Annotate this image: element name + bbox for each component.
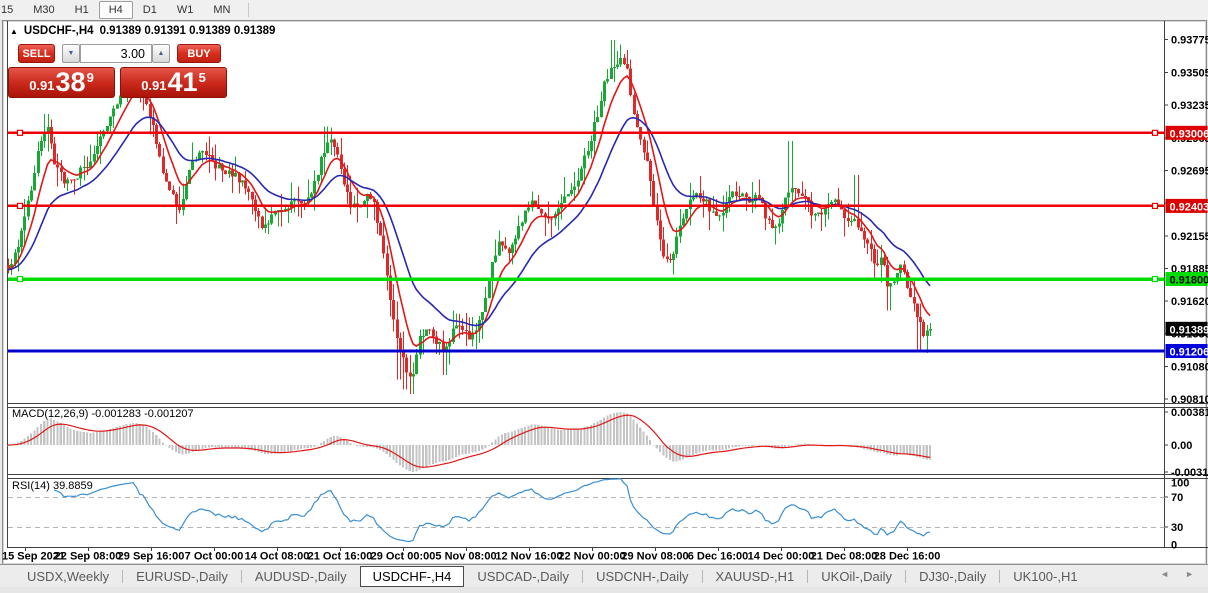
sell-price-big: 38 <box>55 67 86 97</box>
timeframe-w1-button[interactable]: W1 <box>167 1 204 19</box>
timeframe-h4-button[interactable]: H4 <box>98 1 133 19</box>
timeframe-m15-button[interactable]: 15 <box>0 1 23 19</box>
chart-window[interactable] <box>2 20 1207 565</box>
tab-scroll-right-icon[interactable]: ► <box>1185 569 1194 579</box>
tab-usdchf-h4[interactable]: USDCHF-,H4 <box>359 566 465 587</box>
spin-up-icon: ▲ <box>157 50 165 57</box>
macd-indicator-label: MACD(12,26,9) -0.001283 -0.001207 <box>12 408 194 420</box>
timeframe-h1-button[interactable]: H1 <box>65 1 99 19</box>
tab-uk100-h1[interactable]: UK100-,H1 <box>1000 567 1090 586</box>
buy-price-pip: 5 <box>198 70 206 85</box>
chart-title: ▲ USDCHF-,H4 0.91389 0.91391 0.91389 0.9… <box>10 25 275 37</box>
buy-button[interactable]: BUY <box>177 44 221 63</box>
tab-usdcad-daily[interactable]: USDCAD-,Daily <box>464 567 582 586</box>
chart-symbol-label: USDCHF-,H4 <box>23 25 94 37</box>
sell-price-pip: 9 <box>86 70 94 85</box>
volume-increase-button[interactable]: ▲ <box>152 44 170 63</box>
status-strip <box>0 587 1208 593</box>
chart-tab-bar: USDX,Weekly EURUSD-,Daily AUDUSD-,Daily … <box>0 564 1208 588</box>
toolbar-separator <box>248 3 250 17</box>
spin-down-icon: ▼ <box>67 50 75 57</box>
rsi-indicator-label: RSI(14) 39.8859 <box>12 480 93 492</box>
tab-scroll-controls: ◄ ► <box>1160 569 1194 579</box>
tab-audusd-daily[interactable]: AUDUSD-,Daily <box>242 567 360 586</box>
sell-price-base: 0.91 <box>29 78 55 93</box>
collapse-panel-icon[interactable]: ▲ <box>10 27 18 36</box>
volume-decrease-button[interactable]: ▼ <box>62 44 80 63</box>
sell-button[interactable]: SELL <box>18 44 55 63</box>
tab-usdcnh-daily[interactable]: USDCNH-,Daily <box>583 567 701 586</box>
tab-xauusd-h1[interactable]: XAUUSD-,H1 <box>703 567 808 586</box>
timeframe-m30-button[interactable]: M30 <box>23 1 64 19</box>
buy-price-base: 0.91 <box>141 78 167 93</box>
volume-input[interactable] <box>80 44 152 63</box>
timeframe-d1-button[interactable]: D1 <box>133 1 167 19</box>
one-click-trading-panel: SELL ▼ ▲ BUY 0.91 38 9 0.91 41 5 <box>8 44 227 98</box>
sell-price-button[interactable]: 0.91 38 9 <box>8 67 115 98</box>
timeframe-toolbar: 15 M30 H1 H4 D1 W1 MN <box>0 0 1208 21</box>
tab-scroll-left-icon[interactable]: ◄ <box>1160 569 1169 579</box>
buy-price-button[interactable]: 0.91 41 5 <box>120 67 227 98</box>
timeframe-mn-button[interactable]: MN <box>203 1 240 19</box>
buy-price-big: 41 <box>167 67 198 97</box>
chart-tabs: USDX,Weekly EURUSD-,Daily AUDUSD-,Daily … <box>14 566 1091 587</box>
timeframe-buttons: 15 M30 H1 H4 D1 W1 MN <box>0 1 257 19</box>
tab-dj30-daily[interactable]: DJ30-,Daily <box>906 567 999 586</box>
chart-ohlc-values: 0.91389 0.91391 0.91389 0.91389 <box>99 25 276 37</box>
tab-eurusd-daily[interactable]: EURUSD-,Daily <box>123 567 241 586</box>
tab-usdx-weekly[interactable]: USDX,Weekly <box>14 567 122 586</box>
tab-ukoil-daily[interactable]: UKOil-,Daily <box>808 567 905 586</box>
